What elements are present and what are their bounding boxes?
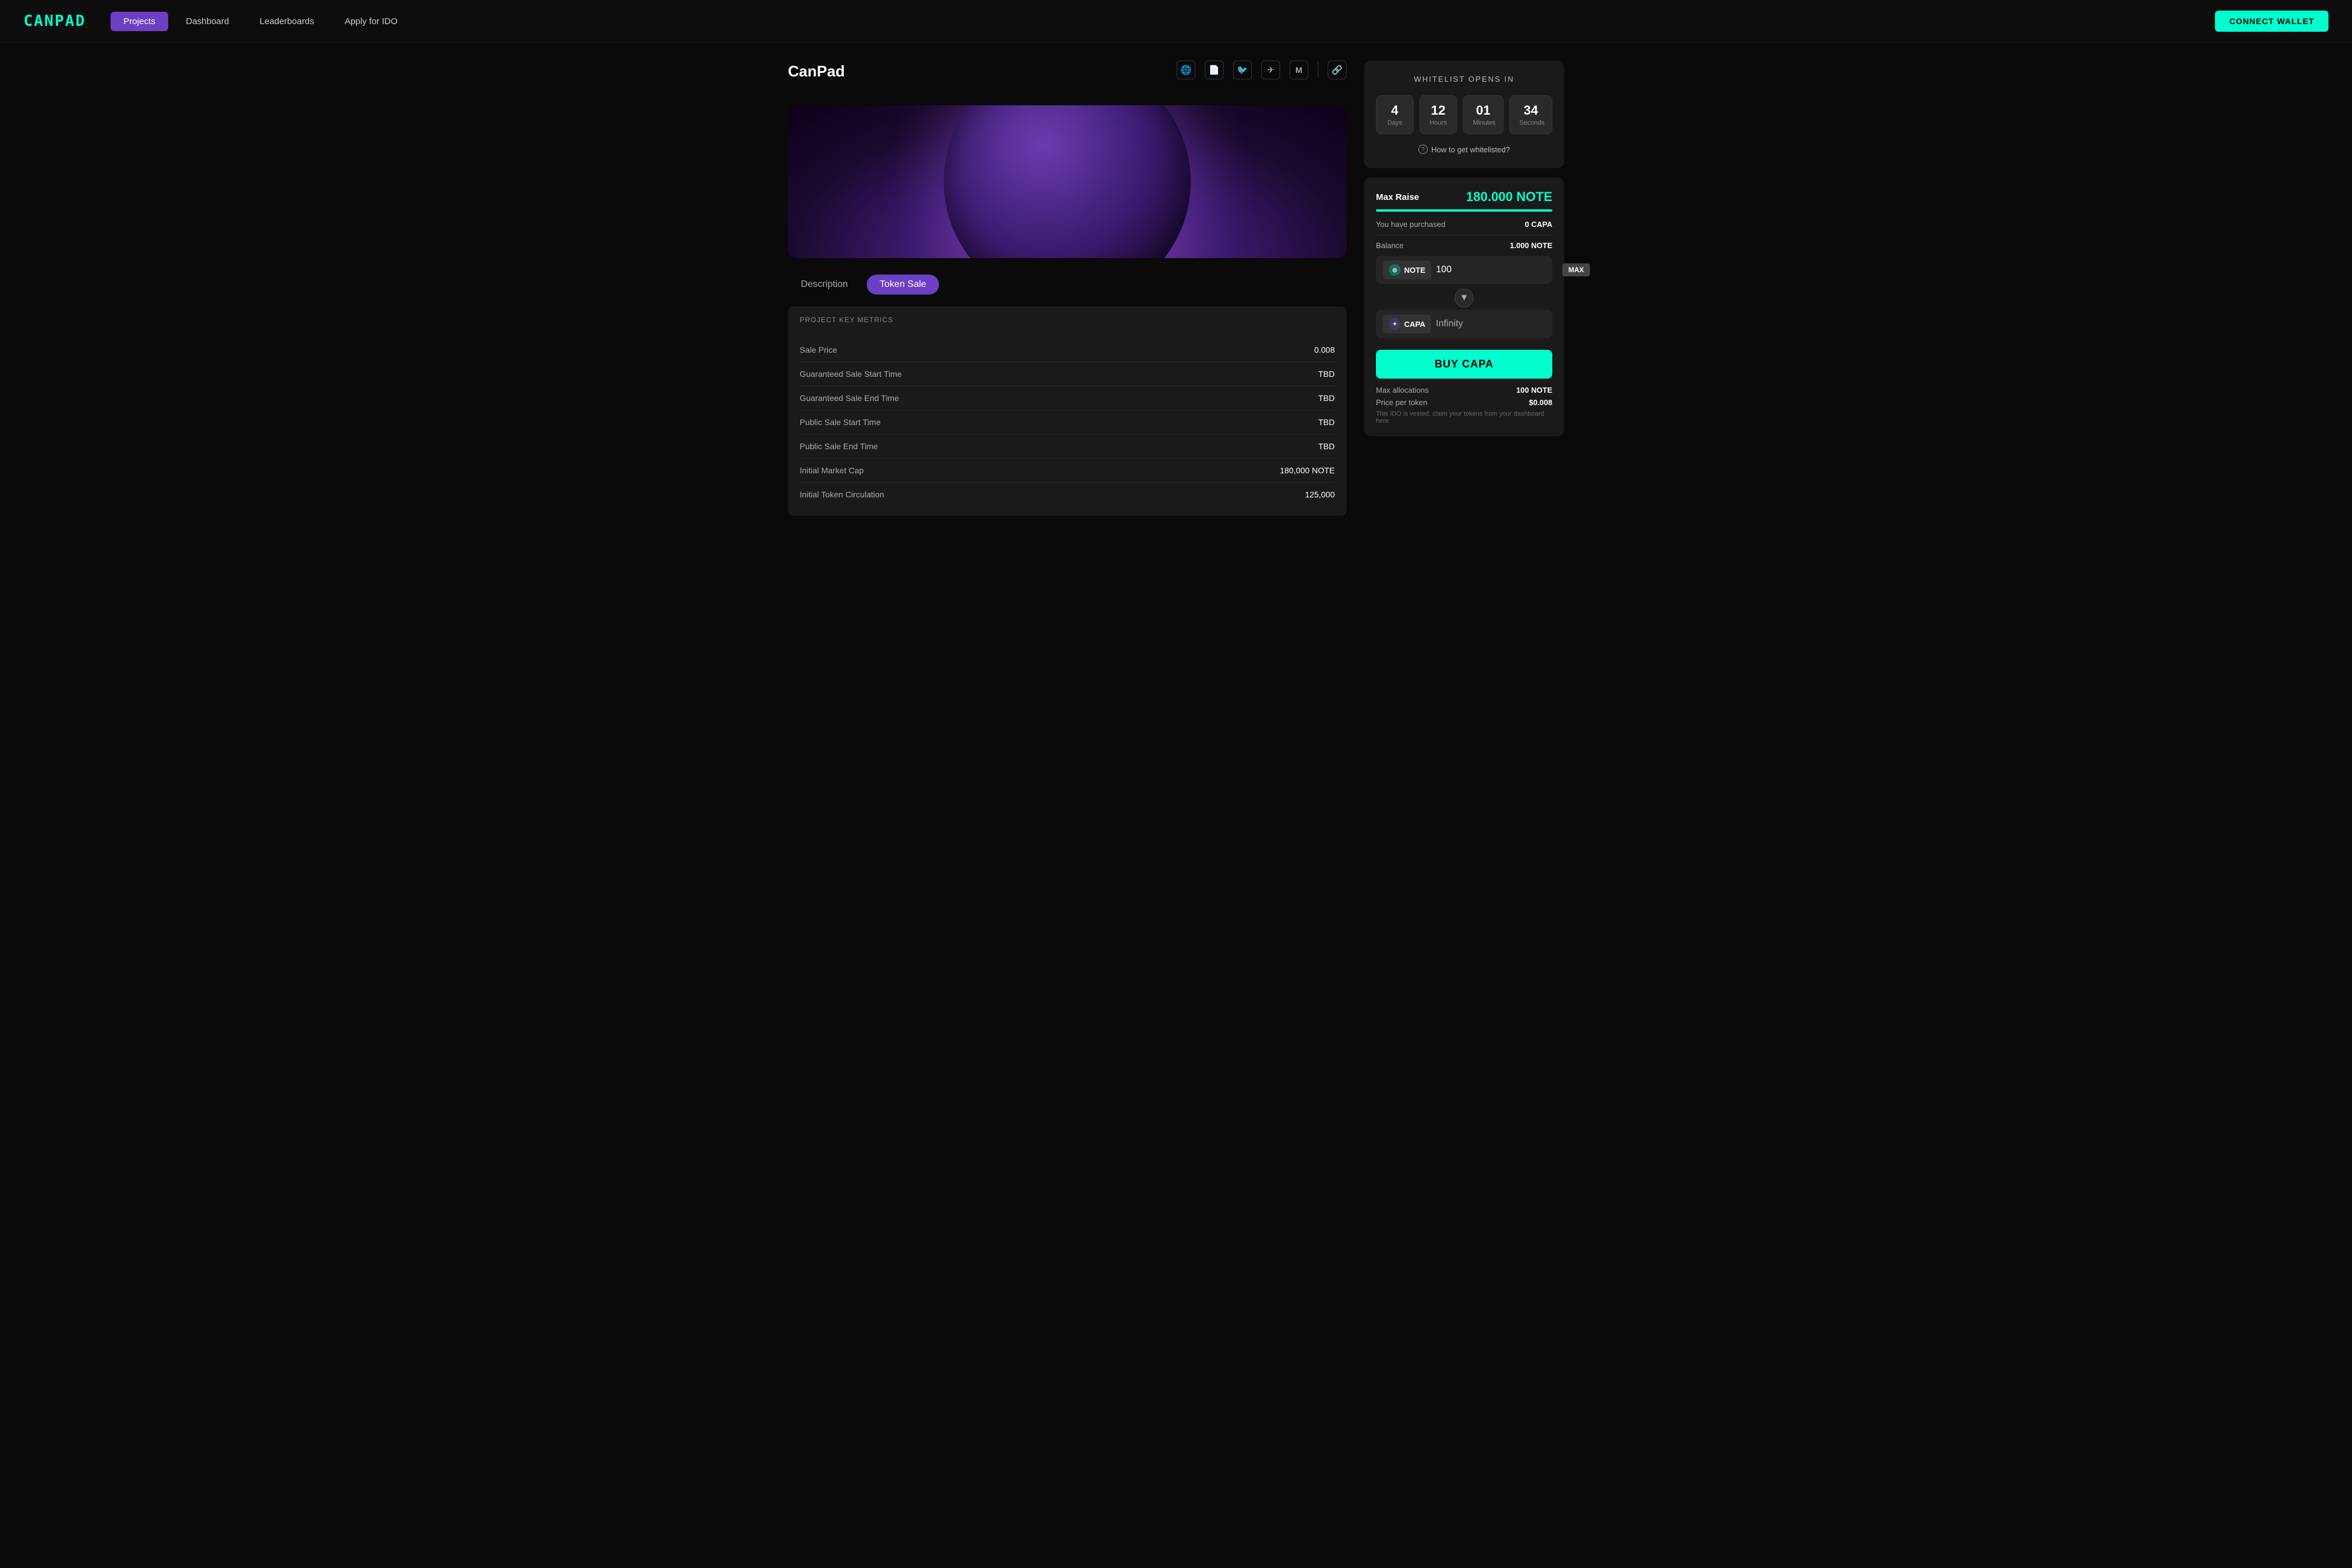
nav-leaderboards[interactable]: Leaderboards [247, 12, 328, 31]
table-row: Initial Market Cap 180,000 NOTE [800, 459, 1335, 483]
price-per-token-row: Price per token $0.008 [1376, 398, 1552, 407]
social-icons-bar: 🌐 📄 🐦 ✈ M 🔗 [1177, 61, 1347, 79]
navbar: CANPAD Projects Dashboard Leaderboards A… [0, 0, 2352, 43]
twitter-icon[interactable]: 🐦 [1233, 61, 1252, 79]
connect-wallet-button[interactable]: CONNECT WALLET [2215, 11, 2328, 32]
tab-bar: Description Token Sale [788, 275, 1347, 295]
hero-globe [944, 105, 1191, 258]
metrics-table: PROJECT KEY METRICS Sale Price 0.008 Gua… [788, 306, 1347, 516]
metric-value-gse: TBD [1318, 393, 1335, 403]
page-title: CanPad [788, 62, 845, 81]
to-amount-display: Infinity [1436, 319, 1545, 329]
tab-description[interactable]: Description [788, 275, 861, 295]
metric-value-pss: TBD [1318, 417, 1335, 427]
medium-icon[interactable]: M [1289, 61, 1308, 79]
max-button[interactable]: MAX [1562, 263, 1590, 276]
purchased-row: You have purchased 0 CAPA [1376, 220, 1552, 229]
whitelist-help-link[interactable]: ? How to get whitelisted? [1376, 145, 1552, 154]
capa-token-icon: ✦ [1389, 318, 1401, 330]
metric-label-pse: Public Sale End Time [800, 442, 878, 451]
countdown-seconds-num: 34 [1519, 103, 1542, 118]
trade-panel: Max Raise 180.000 NOTE You have purchase… [1364, 178, 1564, 436]
table-row: Public Sale Start Time TBD [800, 410, 1335, 434]
swap-direction-button[interactable]: ▼ [1455, 289, 1474, 307]
purchased-value: 0 CAPA [1525, 220, 1552, 229]
nav-projects[interactable]: Projects [111, 12, 168, 31]
countdown-minutes: 01 Minutes [1463, 95, 1504, 134]
table-row: Guaranteed Sale End Time TBD [800, 386, 1335, 410]
tab-token-sale[interactable]: Token Sale [867, 275, 939, 295]
nav-dashboard[interactable]: Dashboard [173, 12, 242, 31]
countdown-days: 4 Days [1376, 95, 1414, 134]
price-per-token-label: Price per token [1376, 398, 1427, 407]
countdown-days-label: Days [1386, 119, 1404, 126]
logo: CANPAD [24, 12, 86, 30]
countdown-hours-label: Hours [1429, 119, 1447, 126]
table-row: Initial Token Circulation 125,000 [800, 483, 1335, 506]
metric-value-sale-price: 0.008 [1314, 345, 1335, 355]
max-raise-row: Max Raise 180.000 NOTE [1376, 189, 1552, 205]
to-token-row: ✦ CAPA Infinity [1376, 310, 1552, 338]
metric-label-imc: Initial Market Cap [800, 466, 864, 475]
metric-value-gss: TBD [1318, 369, 1335, 379]
hero-banner [788, 105, 1347, 258]
table-row: Guaranteed Sale Start Time TBD [800, 362, 1335, 386]
table-row: Public Sale End Time TBD [800, 434, 1335, 459]
countdown-hours-num: 12 [1429, 103, 1447, 118]
from-amount-input[interactable] [1436, 265, 1558, 275]
main-content: CanPad 🌐 📄 🐦 ✈ M 🔗 Description Token Sal… [764, 43, 1588, 533]
countdown-timer: 4 Days 12 Hours 01 Minutes 34 Seconds [1376, 95, 1552, 134]
max-raise-label: Max Raise [1376, 192, 1419, 202]
metric-value-pse: TBD [1318, 442, 1335, 451]
countdown-minutes-num: 01 [1473, 103, 1494, 118]
whitelist-panel: WHITELIST OPENS IN 4 Days 12 Hours 01 Mi… [1364, 61, 1564, 168]
countdown-seconds-label: Seconds [1519, 119, 1542, 126]
metric-value-itc: 125,000 [1305, 490, 1335, 499]
max-allocations-row: Max allocations 100 NOTE [1376, 386, 1552, 394]
table-row: Sale Price 0.008 [800, 338, 1335, 362]
whitelist-title: WHITELIST OPENS IN [1376, 75, 1552, 83]
countdown-seconds: 34 Seconds [1509, 95, 1552, 134]
purchased-label: You have purchased [1376, 220, 1445, 229]
progress-bar [1376, 209, 1552, 212]
left-panel: CanPad 🌐 📄 🐦 ✈ M 🔗 Description Token Sal… [788, 61, 1347, 516]
balance-row: Balance 1.000 NOTE [1376, 241, 1552, 250]
right-panel: WHITELIST OPENS IN 4 Days 12 Hours 01 Mi… [1364, 61, 1564, 516]
telegram-icon[interactable]: ✈ [1261, 61, 1280, 79]
metric-label-pss: Public Sale Start Time [800, 417, 881, 427]
countdown-minutes-label: Minutes [1473, 119, 1494, 126]
capa-token-badge: ✦ CAPA [1383, 315, 1431, 333]
countdown-hours: 12 Hours [1419, 95, 1457, 134]
metric-label-gse: Guaranteed Sale End Time [800, 393, 899, 403]
nav-links: Projects Dashboard Leaderboards Apply fo… [111, 12, 2208, 31]
metrics-section-title: PROJECT KEY METRICS [800, 316, 1335, 330]
max-allocations-label: Max allocations [1376, 386, 1429, 394]
question-icon: ? [1418, 145, 1428, 154]
from-token-row: ◎ NOTE MAX [1376, 256, 1552, 284]
note-token-label: NOTE [1404, 266, 1425, 275]
vested-note: This IDO is vested, claim your tokens fr… [1376, 410, 1552, 424]
buy-capa-button[interactable]: BUY CAPA [1376, 350, 1552, 379]
doc-icon[interactable]: 📄 [1205, 61, 1224, 79]
balance-value: 1.000 NOTE [1510, 241, 1552, 250]
progress-fill [1376, 209, 1552, 212]
price-per-token-value: $0.008 [1529, 398, 1552, 407]
metric-value-imc: 180,000 NOTE [1280, 466, 1335, 475]
swap-arrow: ▼ [1376, 289, 1552, 307]
metric-label-sale-price: Sale Price [800, 345, 837, 355]
note-token-badge: ◎ NOTE [1383, 260, 1431, 279]
metric-label-itc: Initial Token Circulation [800, 490, 884, 499]
whitelist-link-text: How to get whitelisted? [1431, 145, 1510, 154]
share-icon[interactable]: 🔗 [1328, 61, 1347, 79]
countdown-days-num: 4 [1386, 103, 1404, 118]
note-token-icon: ◎ [1389, 264, 1401, 276]
nav-apply-ido[interactable]: Apply for IDO [332, 12, 410, 31]
max-raise-value: 180.000 NOTE [1466, 189, 1552, 205]
metric-label-gss: Guaranteed Sale Start Time [800, 369, 902, 379]
globe-icon[interactable]: 🌐 [1177, 61, 1195, 79]
max-allocations-value: 100 NOTE [1516, 386, 1552, 394]
balance-label: Balance [1376, 241, 1404, 250]
capa-token-label: CAPA [1404, 320, 1425, 329]
